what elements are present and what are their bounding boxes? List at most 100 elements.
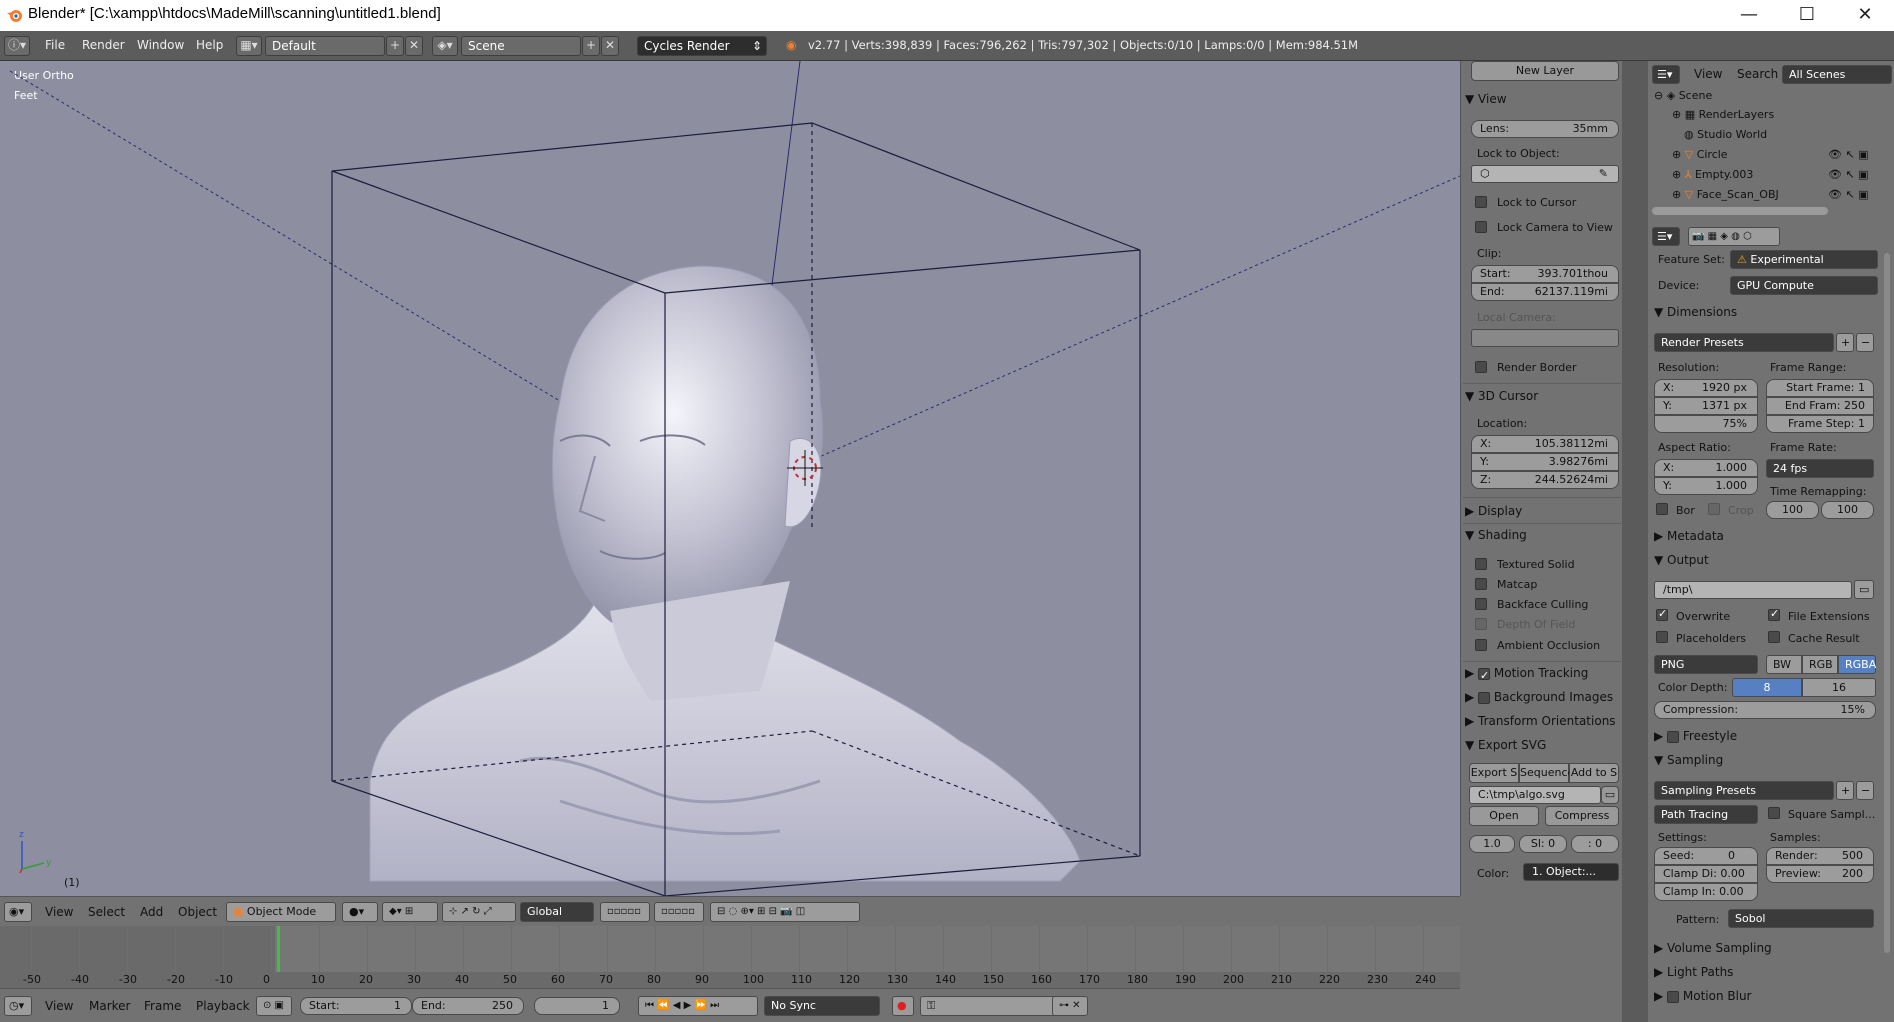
lens-field[interactable]: Lens: 35mm bbox=[1471, 120, 1619, 138]
editor-type-info-icon[interactable]: ⓘ▾ bbox=[4, 36, 30, 56]
lock-camera-checkbox[interactable] bbox=[1475, 221, 1487, 233]
start-frame-input[interactable]: Start: 1 bbox=[300, 997, 412, 1015]
color-rgb-button[interactable]: RGB bbox=[1802, 655, 1838, 674]
layer-buttons-a[interactable]: ▫▫▫▫▫ bbox=[600, 902, 650, 922]
display-panel-header[interactable]: ▶ Display bbox=[1465, 501, 1619, 521]
outliner-menu-search[interactable]: Search bbox=[1737, 67, 1778, 81]
motion-blur-checkbox[interactable] bbox=[1667, 990, 1680, 1003]
placeholders-checkbox[interactable] bbox=[1656, 631, 1668, 643]
visibility-icons[interactable]: 👁 ↖ ▣ bbox=[1828, 168, 1869, 181]
outliner-item-world[interactable]: ◍ Studio World bbox=[1684, 128, 1767, 141]
cursor-y-field[interactable]: Y: 3.98276mi bbox=[1471, 453, 1619, 471]
mode-select[interactable]: ▣ Object Mode bbox=[226, 902, 336, 922]
frame-step-field[interactable]: Frame Step: 1 bbox=[1766, 415, 1874, 433]
volume-sampling-header[interactable]: ▶ Volume Sampling bbox=[1654, 941, 1772, 955]
shading-panel-header[interactable]: ▼ Shading bbox=[1465, 525, 1619, 545]
outliner-item-empty[interactable]: ⊕ ⅄ Empty.003 bbox=[1672, 168, 1753, 181]
file-extensions-checkbox[interactable] bbox=[1768, 607, 1780, 621]
timeline-menu-frame[interactable]: Frame bbox=[144, 999, 181, 1013]
resolution-percent-field[interactable]: 75% bbox=[1654, 415, 1758, 433]
svg-path-input[interactable]: C:\tmp\algo.svg bbox=[1469, 786, 1601, 804]
sync-select[interactable]: No Sync bbox=[764, 996, 880, 1016]
view-panel-header[interactable]: ▼ View bbox=[1465, 89, 1619, 109]
outliner-editor-icon[interactable]: ☰▾ bbox=[1652, 65, 1680, 84]
feature-set-select[interactable]: ⚠ Experimental bbox=[1730, 250, 1878, 269]
resolution-y-field[interactable]: Y: 1371 px bbox=[1654, 397, 1758, 415]
start-frame-field[interactable]: Start Frame: 1 bbox=[1766, 379, 1874, 397]
clamp-direct-field[interactable]: Clamp Di: 0.00 bbox=[1654, 865, 1758, 883]
record-icon[interactable]: ● bbox=[892, 996, 914, 1016]
device-select[interactable]: GPU Compute bbox=[1730, 276, 1878, 295]
cache-result-checkbox[interactable] bbox=[1768, 631, 1780, 643]
render-samples-field[interactable]: Render: 500 bbox=[1766, 847, 1874, 865]
motion-tracking-header[interactable]: ▶ Motion Tracking bbox=[1465, 663, 1619, 686]
backface-culling-checkbox[interactable] bbox=[1475, 598, 1487, 610]
outliner-item-scene[interactable]: ⊖ ◈ Scene bbox=[1654, 89, 1712, 102]
minimize-button[interactable]: — bbox=[1720, 0, 1778, 31]
add-sampling-preset-icon[interactable]: + bbox=[1836, 781, 1854, 800]
orientation-select[interactable]: Global bbox=[520, 902, 594, 922]
light-paths-header[interactable]: ▶ Light Paths bbox=[1654, 965, 1733, 979]
visibility-icons[interactable]: 👁 ↖ ▣ bbox=[1828, 148, 1869, 161]
timeline-editor-icon[interactable]: ◷▾ bbox=[4, 996, 32, 1016]
properties-context-tabs[interactable]: 📷 ▦ ◈ ◍ ⬡ bbox=[1688, 227, 1780, 246]
border-checkbox[interactable] bbox=[1656, 503, 1668, 515]
cursor-z-field[interactable]: Z: 244.52624mi bbox=[1471, 471, 1619, 489]
pivot-snap-icons[interactable]: ◆▾ ⊞ bbox=[382, 902, 438, 922]
open-button[interactable]: Open bbox=[1469, 806, 1539, 826]
pattern-select[interactable]: Sobol bbox=[1728, 909, 1874, 928]
keyframe-icons[interactable]: ⊶ ✕ bbox=[1052, 996, 1088, 1016]
timeline-menu-view[interactable]: View bbox=[45, 999, 73, 1013]
resolution-x-field[interactable]: X: 1920 px bbox=[1654, 379, 1758, 397]
clip-end-field[interactable]: End: 62137.119mi bbox=[1471, 283, 1619, 301]
color-bw-button[interactable]: BW bbox=[1766, 655, 1802, 674]
screen-layout-icon[interactable]: ▦▾ bbox=[236, 36, 262, 56]
outliner-item-facescan[interactable]: ⊕ ▽ Face_Scan_OBJ bbox=[1672, 188, 1779, 201]
menu-help[interactable]: Help bbox=[196, 38, 223, 52]
freestyle-header[interactable]: ▶ Freestyle bbox=[1654, 729, 1737, 743]
motion-tracking-checkbox[interactable] bbox=[1478, 666, 1491, 686]
depth-of-field-checkbox[interactable] bbox=[1475, 618, 1487, 630]
3d-cursor-panel-header[interactable]: ▼ 3D Cursor bbox=[1465, 386, 1619, 406]
menu-view[interactable]: View bbox=[45, 905, 73, 919]
add-preset-icon[interactable]: + bbox=[1836, 333, 1854, 352]
snap-render-icons[interactable]: ⊟ ◌ ⊕▾ ⊞ ⊟ 📷 ◫ bbox=[710, 902, 860, 922]
integrator-select[interactable]: Path Tracing bbox=[1654, 805, 1758, 824]
background-images-checkbox[interactable] bbox=[1478, 691, 1491, 704]
new-layer-button[interactable]: New Layer bbox=[1471, 61, 1619, 81]
motion-blur-header[interactable]: ▶ Motion Blur bbox=[1654, 989, 1751, 1003]
add-scene-icon[interactable]: + bbox=[582, 36, 600, 56]
compression-slider[interactable]: Compression: 15% bbox=[1654, 701, 1876, 719]
menu-select[interactable]: Select bbox=[88, 905, 125, 919]
visibility-icons[interactable]: 👁 ↖ ▣ bbox=[1828, 188, 1869, 201]
clamp-indirect-field[interactable]: Clamp In: 0.00 bbox=[1654, 883, 1758, 901]
export-s-tab[interactable]: Export S bbox=[1469, 763, 1519, 783]
3d-view-editor-icon[interactable]: ◉▾ bbox=[4, 902, 32, 922]
sampling-header[interactable]: ▼ Sampling bbox=[1654, 753, 1723, 767]
outliner-menu-view[interactable]: View bbox=[1694, 67, 1722, 81]
file-format-select[interactable]: PNG bbox=[1654, 655, 1758, 674]
3d-viewport[interactable]: User Ortho Feet (1) z y bbox=[0, 61, 1460, 896]
folder-icon[interactable]: ▭ bbox=[1854, 580, 1874, 599]
render-presets-select[interactable]: Render Presets bbox=[1654, 333, 1834, 352]
crop-checkbox[interactable] bbox=[1708, 503, 1720, 515]
remove-preset-icon[interactable]: − bbox=[1856, 333, 1874, 352]
remap-new-field[interactable]: 100 bbox=[1821, 501, 1874, 519]
outliner-item-circle[interactable]: ⊕ ▽ Circle bbox=[1672, 148, 1728, 161]
depth-8-button[interactable]: 8 bbox=[1732, 678, 1802, 697]
fps-select[interactable]: 24 fps bbox=[1766, 459, 1874, 478]
current-frame-line[interactable] bbox=[277, 926, 280, 974]
remove-sampling-preset-icon[interactable]: − bbox=[1856, 781, 1874, 800]
menu-object[interactable]: Object bbox=[178, 905, 217, 919]
freestyle-checkbox[interactable] bbox=[1667, 730, 1680, 743]
overwrite-checkbox[interactable] bbox=[1656, 607, 1668, 621]
close-button[interactable]: ✕ bbox=[1836, 0, 1894, 31]
output-header[interactable]: ▼ Output bbox=[1654, 553, 1709, 567]
keying-set-field[interactable]: ⚿ bbox=[920, 996, 1070, 1016]
background-images-header[interactable]: ▶ Background Images bbox=[1465, 687, 1619, 707]
textured-solid-checkbox[interactable] bbox=[1475, 558, 1487, 570]
menu-add[interactable]: Add bbox=[140, 905, 163, 919]
dimensions-header[interactable]: ▼ Dimensions bbox=[1654, 305, 1737, 319]
remap-old-field[interactable]: 100 bbox=[1766, 501, 1819, 519]
add-layout-icon[interactable]: + bbox=[386, 36, 404, 56]
